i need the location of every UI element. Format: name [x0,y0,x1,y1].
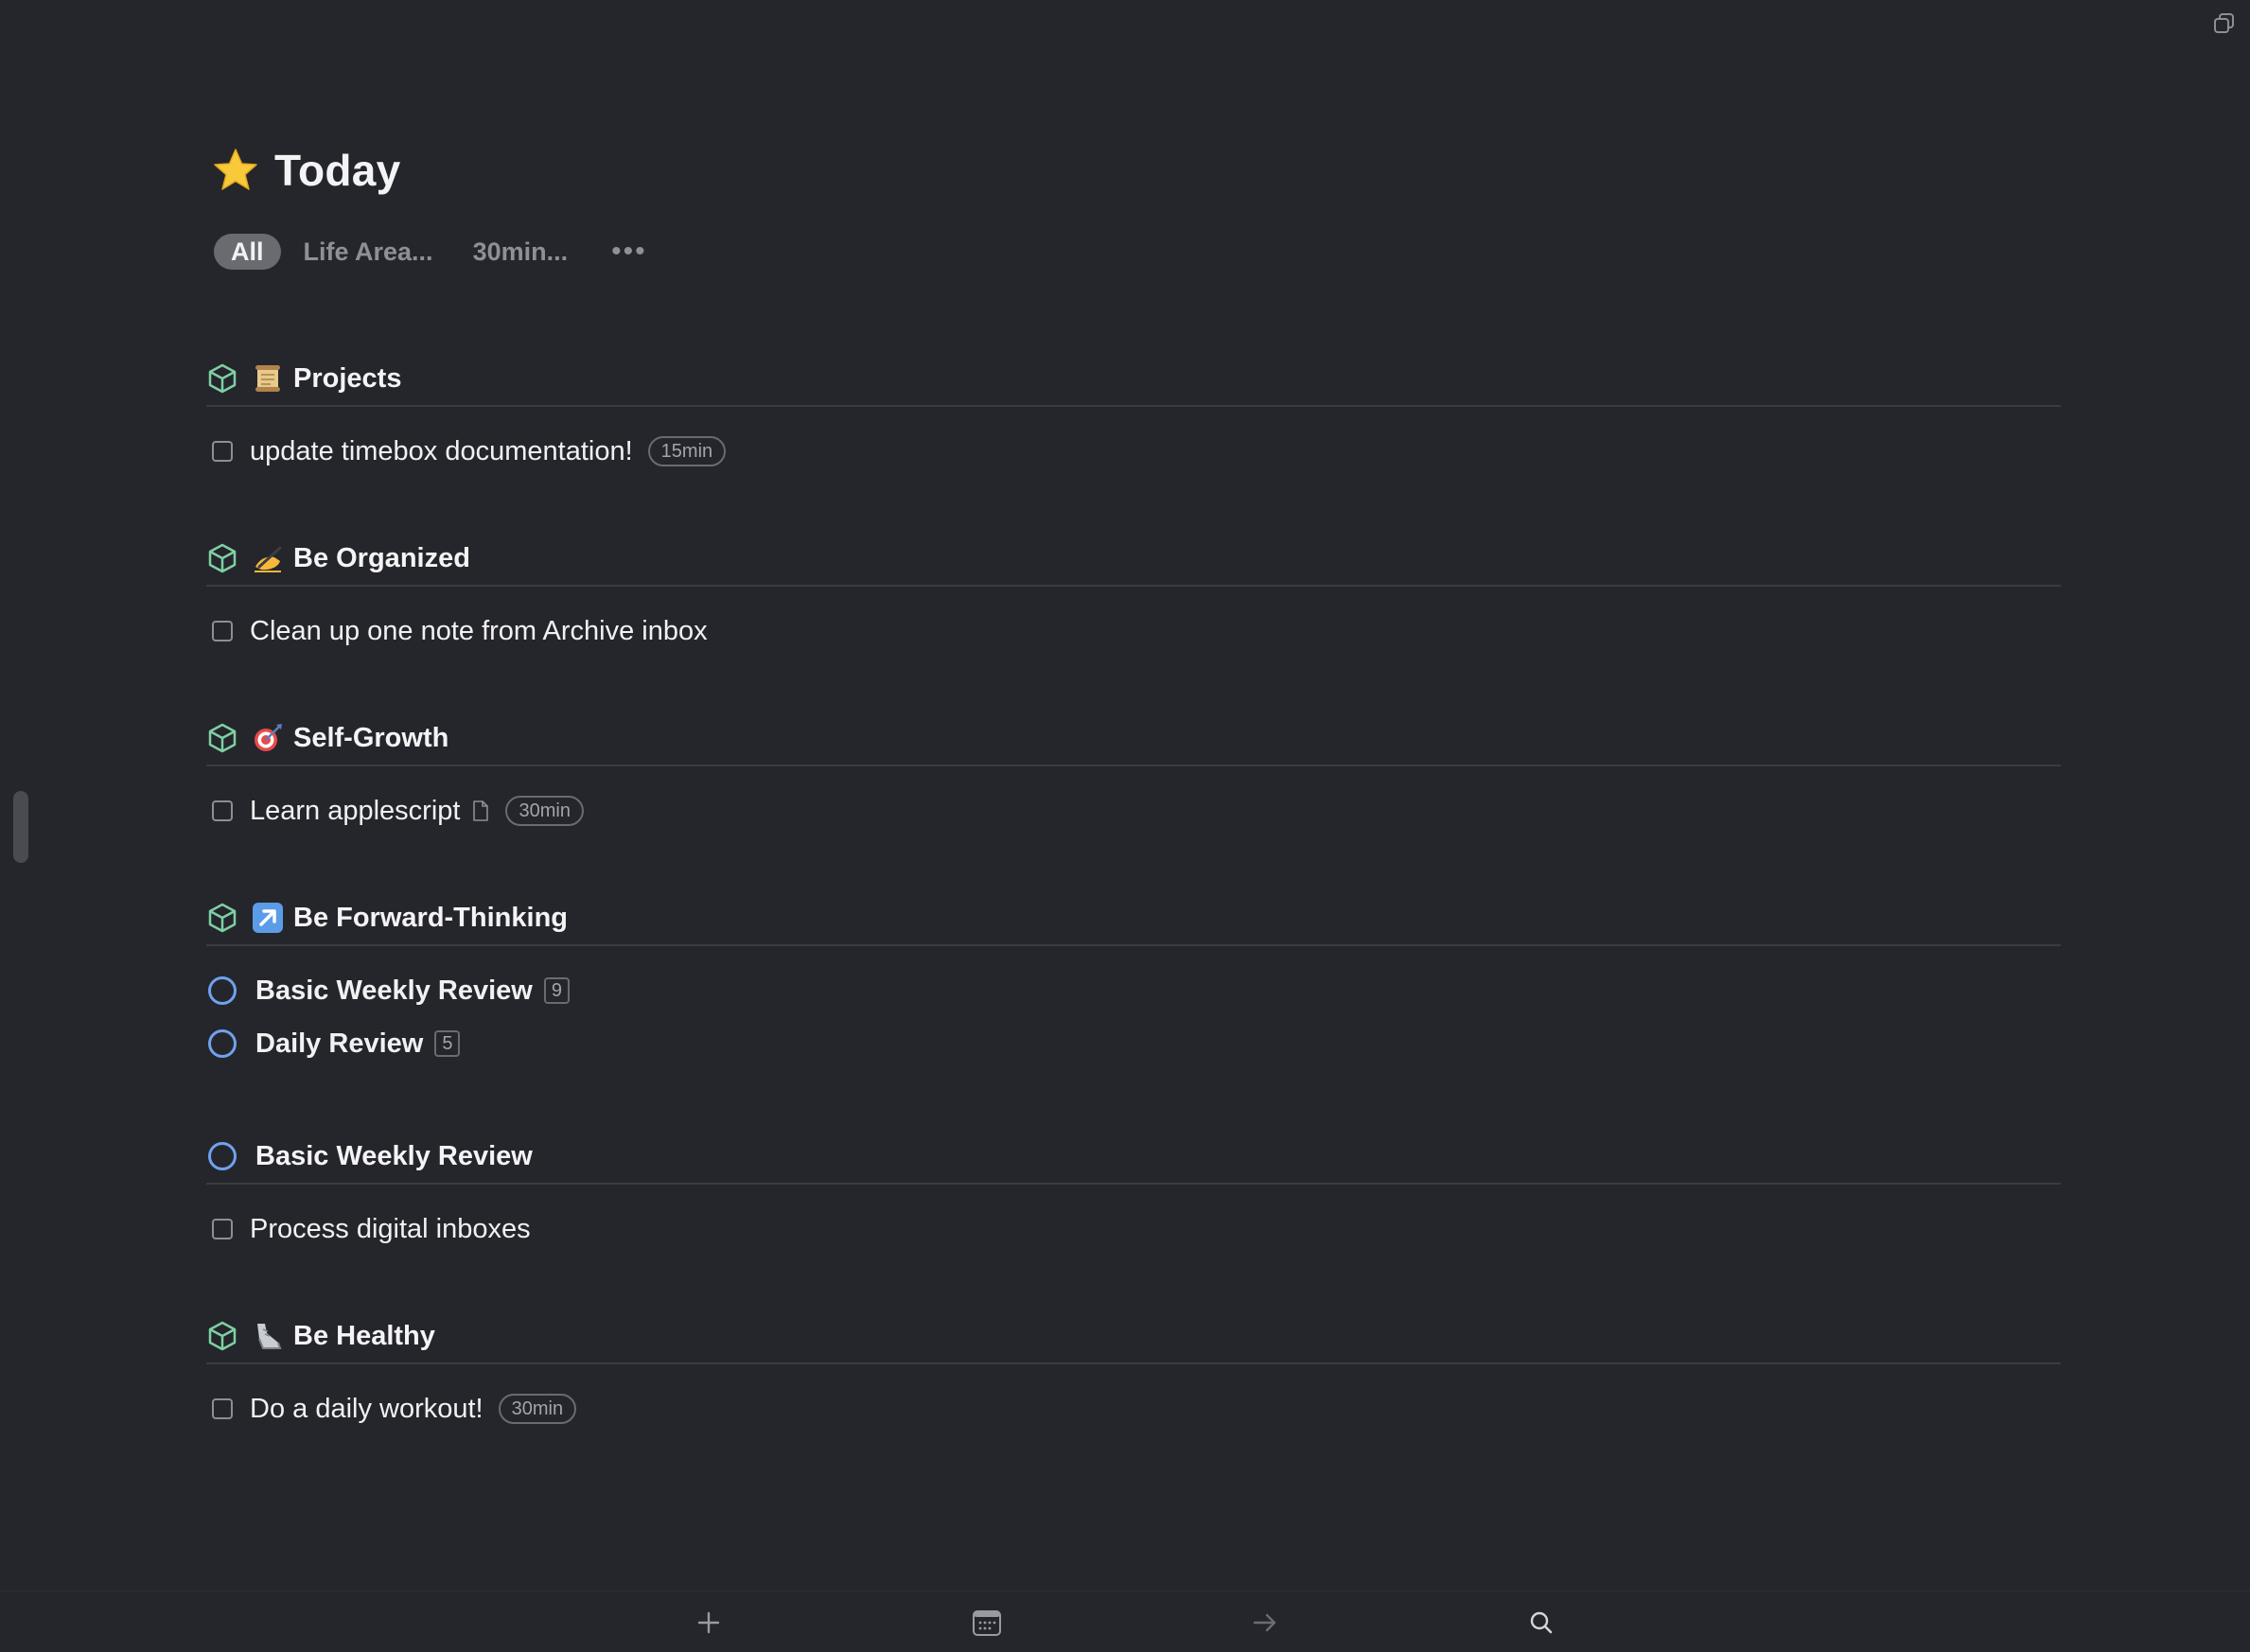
project-row[interactable]: Daily Review 5 [206,1017,2061,1070]
project-circle-icon[interactable] [208,1029,237,1058]
group-header[interactable]: Projects [206,352,2061,407]
project-circle-icon[interactable] [208,1142,237,1170]
task-row[interactable]: Process digital inboxes [206,1203,2061,1256]
plus-icon[interactable] [693,1607,725,1639]
area-cube-icon [208,543,237,573]
project-title: Daily Review [255,1028,424,1059]
task-row[interactable]: Clean up one note from Archive inbox [206,605,2061,658]
arrow-up-right-icon [253,903,283,933]
task-count-badge: 5 [434,1030,461,1057]
group-title: Self-Growth [293,722,449,753]
task-title: Learn applescript [250,795,461,826]
task-title: Process digital inboxes [250,1213,531,1244]
task-count-badge: 9 [543,977,570,1004]
area-cube-icon [208,903,237,933]
arrow-right-icon[interactable] [1249,1607,1281,1639]
group-self-growth: Self-Growth Learn applescript 30min [206,712,2061,837]
project-circle-icon[interactable] [208,976,237,1005]
group-title: Basic Weekly Review [255,1140,533,1171]
filter-bar: All Life Area... 30min... ••• [214,233,647,271]
task-title: Clean up one note from Archive inbox [250,615,708,646]
filter-chip-30min[interactable]: 30min... [456,234,586,270]
task-checkbox[interactable] [212,1398,233,1419]
window-toggle-icon[interactable] [2212,11,2237,36]
project-row[interactable]: Basic Weekly Review 9 [206,964,2061,1017]
area-cube-icon [208,363,237,394]
group-header[interactable]: Be Healthy [206,1309,2061,1364]
group-projects: Projects update timebox documentation! 1… [206,352,2061,478]
task-checkbox[interactable] [212,621,233,641]
group-title: Be Healthy [293,1320,435,1351]
task-checkbox[interactable] [212,1219,233,1239]
target-icon [255,724,282,751]
group-be-healthy: Be Healthy Do a daily workout! 30min [206,1309,2061,1435]
task-checkbox[interactable] [212,441,233,462]
writing-hand-icon [255,546,282,572]
search-icon[interactable] [1525,1607,1557,1639]
task-checkbox[interactable] [212,800,233,821]
group-title: Be Organized [293,542,470,573]
calendar-icon[interactable] [971,1607,1003,1639]
group-header[interactable]: Self-Growth [206,712,2061,766]
sidebar-resize-handle[interactable] [13,791,28,863]
duration-tag[interactable]: 30min [505,796,584,826]
filter-chip-all[interactable]: All [214,234,281,270]
group-be-forward-thinking: Be Forward-Thinking Basic Weekly Review … [206,891,2061,1070]
page-title: Today [274,146,401,195]
app-window: Today All Life Area... 30min... ••• Proj… [0,0,2250,1652]
task-title: Do a daily workout! [250,1393,483,1424]
task-row[interactable]: Do a daily workout! 30min [206,1382,2061,1435]
sneaker-icon [257,1324,282,1349]
group-be-organized: Be Organized Clean up one note from Arch… [206,532,2061,658]
group-title: Projects [293,362,402,394]
duration-tag[interactable]: 15min [647,436,727,466]
task-row[interactable]: update timebox documentation! 15min [206,425,2061,478]
group-header[interactable]: Be Organized [206,532,2061,587]
group-header[interactable]: Be Forward-Thinking [206,891,2061,946]
area-cube-icon [208,1321,237,1351]
project-title: Basic Weekly Review [255,975,533,1006]
page-header: Today [212,140,401,201]
duration-tag[interactable]: 30min [498,1394,577,1424]
task-title: update timebox documentation! [250,435,633,466]
star-icon [214,149,257,190]
task-row[interactable]: Learn applescript 30min [206,784,2061,837]
group-header[interactable]: Basic Weekly Review [206,1130,2061,1185]
note-icon [473,800,489,821]
more-filters-button[interactable]: ••• [611,237,647,266]
bottom-toolbar [0,1590,2250,1652]
scroll-icon [255,365,280,392]
area-cube-icon [208,723,237,753]
filter-chip-life-area[interactable]: Life Area... [287,234,450,270]
group-basic-weekly-review: Basic Weekly Review Process digital inbo… [206,1130,2061,1256]
group-title: Be Forward-Thinking [293,902,568,933]
